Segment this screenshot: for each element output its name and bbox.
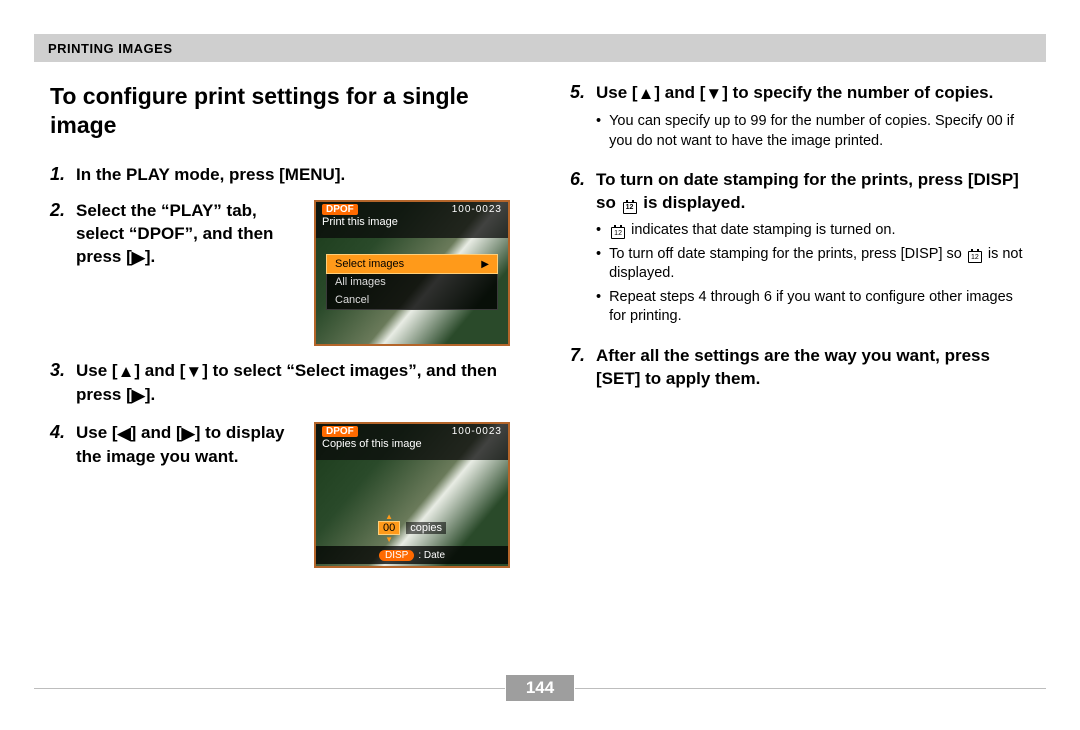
- screenshot-copies: DPOF 100-0023 Copies of this image 00 co…: [314, 422, 510, 568]
- shot2-count-badge: 00: [378, 521, 400, 535]
- date-stamp-icon: 12: [611, 227, 625, 239]
- shot2-subtitle: Copies of this image: [316, 437, 508, 451]
- step-number: 3.: [50, 360, 76, 381]
- step-number: 5.: [570, 82, 596, 103]
- step-6-bullets: 12 indicates that date stamping is turne…: [596, 221, 1030, 327]
- shot2-folio: 100-0023: [452, 426, 502, 437]
- bullet: To turn off date stamping for the prints…: [596, 245, 1030, 284]
- down-icon: ▼: [185, 361, 202, 384]
- step-number: 1.: [50, 164, 76, 185]
- step-5: 5. Use [▲] and [▼] to specify the number…: [570, 82, 1030, 155]
- left-column: To configure print settings for a single…: [50, 82, 510, 670]
- left-icon: ◀: [118, 423, 131, 446]
- right-icon: ▶: [182, 423, 195, 446]
- step-5-bullets: You can specify up to 99 for the number …: [596, 112, 1030, 151]
- shot1-folio: 100-0023: [452, 204, 502, 215]
- shot2-disp-pill: DISP: [379, 550, 414, 561]
- right-icon: ▶: [481, 259, 489, 270]
- step-6-title: To turn on date stamping for the prints,…: [596, 169, 1030, 215]
- step-2-title: Select the “PLAY” tab, select “DPOF”, an…: [76, 200, 298, 270]
- shot1-header: DPOF 100-0023 Print this image: [316, 202, 508, 238]
- step-1: 1. In the PLAY mode, press [MENU].: [50, 164, 510, 187]
- step-number: 6.: [570, 169, 596, 190]
- up-icon: ▲: [118, 361, 135, 384]
- step-5-title: Use [▲] and [▼] to specify the number of…: [596, 82, 1030, 106]
- footer-rule: [34, 688, 505, 689]
- right-icon: ▶: [132, 385, 145, 408]
- date-stamp-icon: 12: [968, 251, 982, 263]
- bullet: Repeat steps 4 through 6 if you want to …: [596, 288, 1030, 327]
- screenshot-dpof-menu: DPOF 100-0023 Print this image Select im…: [314, 200, 510, 346]
- content-columns: To configure print settings for a single…: [50, 82, 1030, 670]
- page-footer: 144: [34, 674, 1046, 702]
- up-icon: ▲: [638, 83, 655, 106]
- right-icon: ▶: [132, 247, 145, 270]
- shot1-subtitle: Print this image: [316, 215, 508, 229]
- down-icon: ▼: [705, 83, 722, 106]
- date-stamp-icon: 12: [623, 202, 637, 214]
- section-header-bar: PRINTING IMAGES: [34, 34, 1046, 62]
- shot1-menu-item: Cancel: [327, 291, 497, 309]
- step-6: 6. To turn on date stamping for the prin…: [570, 169, 1030, 331]
- bullet: 12 indicates that date stamping is turne…: [596, 221, 1030, 241]
- footer-rule: [575, 688, 1046, 689]
- shot2-disp-row: DISP : Date: [316, 546, 508, 564]
- shot2-copies-row: 00 copies: [316, 518, 508, 538]
- step-number: 4.: [50, 422, 76, 443]
- step-1-title: In the PLAY mode, press [MENU].: [76, 164, 510, 187]
- step-7: 7. After all the settings are the way yo…: [570, 345, 1030, 391]
- shot1-dpof-badge: DPOF: [322, 204, 358, 215]
- page-title: To configure print settings for a single…: [50, 82, 510, 140]
- shot2-dpof-badge: DPOF: [322, 426, 358, 437]
- shot2-header: DPOF 100-0023 Copies of this image: [316, 424, 508, 460]
- shot1-menu-item: All images: [327, 273, 497, 291]
- section-header-text: PRINTING IMAGES: [48, 41, 173, 56]
- step-3: 3. Use [▲] and [▼] to select “Select ima…: [50, 360, 510, 408]
- step-number: 2.: [50, 200, 76, 221]
- step-4: 4. Use [◀] and [▶] to display the image …: [50, 422, 510, 568]
- shot1-menu: Select images▶ All images Cancel: [326, 254, 498, 310]
- shot1-menu-item-selected: Select images▶: [326, 254, 498, 274]
- shot2-count-label: copies: [406, 522, 446, 534]
- step-7-title: After all the settings are the way you w…: [596, 345, 1030, 391]
- step-number: 7.: [570, 345, 596, 366]
- step-3-title: Use [▲] and [▼] to select “Select images…: [76, 360, 510, 408]
- bullet: You can specify up to 99 for the number …: [596, 112, 1030, 151]
- right-column: 5. Use [▲] and [▼] to specify the number…: [570, 82, 1030, 670]
- shot2-disp-text: : Date: [418, 550, 445, 561]
- page-number: 144: [506, 675, 574, 701]
- step-4-title: Use [◀] and [▶] to display the image you…: [76, 422, 298, 469]
- step-2: 2. Select the “PLAY” tab, select “DPOF”,…: [50, 200, 510, 346]
- manual-page: PRINTING IMAGES To configure print setti…: [0, 0, 1080, 730]
